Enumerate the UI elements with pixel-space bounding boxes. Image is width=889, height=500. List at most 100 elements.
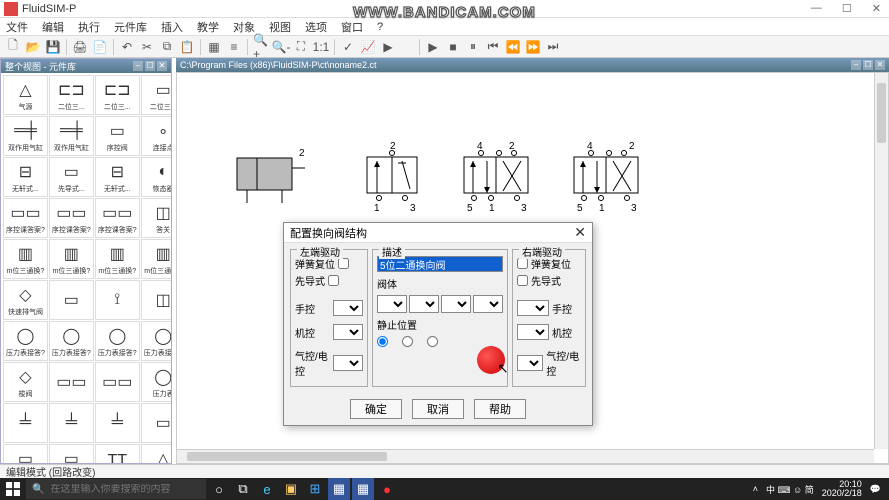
library-cell[interactable]: ◐恢态器 xyxy=(141,157,171,197)
left-mech-select[interactable] xyxy=(333,324,363,340)
pause-icon[interactable]: ⏸ xyxy=(464,38,482,56)
library-cell[interactable]: ═╪双作用气缸 xyxy=(49,116,94,156)
library-cell[interactable]: ▭ xyxy=(141,403,171,443)
canvas-close-icon[interactable]: ✕ xyxy=(875,60,885,70)
library-cell[interactable]: ◯压力表 xyxy=(141,362,171,402)
close-button[interactable]: ✕ xyxy=(868,2,885,15)
menu-window[interactable]: 窗口 xyxy=(341,19,363,35)
edge-icon[interactable]: e xyxy=(256,478,278,500)
zoom-in-icon[interactable]: 🔍+ xyxy=(252,38,270,56)
library-cell[interactable]: ▭▭序控课答案? xyxy=(3,198,48,238)
library-cell[interactable]: ◫ xyxy=(141,280,171,320)
cortana-icon[interactable]: ○ xyxy=(208,478,230,500)
cylinder-symbol[interactable]: 2 xyxy=(237,148,307,211)
undo-icon[interactable]: ↶ xyxy=(118,38,136,56)
right-manual-select[interactable] xyxy=(517,300,549,316)
library-cell[interactable]: ▭先导式... xyxy=(49,157,94,197)
canvas-min-icon[interactable]: – xyxy=(851,60,861,70)
library-cell[interactable]: ⊏⊐二位三... xyxy=(95,75,140,115)
library-cell[interactable]: ▭序控阀 xyxy=(95,116,140,156)
graph-icon[interactable]: 📈 xyxy=(359,38,377,56)
search-input[interactable] xyxy=(50,484,200,495)
zoom-100-icon[interactable]: 1:1 xyxy=(312,38,330,56)
library-cell[interactable]: ◇梭阀 xyxy=(3,362,48,402)
body-select-4[interactable] xyxy=(473,295,503,313)
library-cell[interactable]: △气源单页 xyxy=(141,444,171,463)
library-cell[interactable]: ╧ xyxy=(95,403,140,443)
check-icon[interactable]: ✓ xyxy=(339,38,357,56)
library-cell[interactable]: ▥m位三通换? xyxy=(3,239,48,279)
left-spring-checkbox[interactable] xyxy=(338,258,349,269)
library-cell[interactable]: ⊏⊐二位三... xyxy=(49,75,94,115)
right-mech-select[interactable] xyxy=(517,324,549,340)
library-cell[interactable]: ⟟ xyxy=(95,280,140,320)
taskview-icon[interactable]: ⧉ xyxy=(232,478,254,500)
align-icon[interactable]: ≡ xyxy=(225,38,243,56)
body-select-3[interactable] xyxy=(441,295,471,313)
menu-view[interactable]: 视图 xyxy=(269,19,291,35)
copy-icon[interactable]: ⧉ xyxy=(158,38,176,56)
menu-options[interactable]: 选项 xyxy=(305,19,327,35)
cut-icon[interactable]: ✂ xyxy=(138,38,156,56)
library-cell[interactable]: ◯压力表接答? xyxy=(3,321,48,361)
valve-5-2-b[interactable]: 4 2 5 1 3 xyxy=(569,141,654,216)
system-tray[interactable]: ˄ 中 ⌨ ☺ 简 20:10 2020/2/18 💬 xyxy=(747,480,887,498)
library-cell[interactable]: ▭序控信号答? xyxy=(49,444,94,463)
library-cell[interactable]: ▭▭序控课答案? xyxy=(95,198,140,238)
app1-icon[interactable]: ▦ xyxy=(328,478,350,500)
library-cell[interactable]: ◯压力表接答? xyxy=(95,321,140,361)
skip-back-icon[interactable]: ⏮ xyxy=(484,38,502,56)
print-icon[interactable]: 🖨 xyxy=(71,38,89,56)
maximize-button[interactable]: ☐ xyxy=(838,2,856,15)
library-cell[interactable]: ◫答关 xyxy=(141,198,171,238)
scrollbar-horizontal[interactable] xyxy=(177,449,874,463)
record-icon[interactable]: ● xyxy=(376,478,398,500)
rest-radio-3[interactable] xyxy=(427,336,438,347)
scrollbar-vertical[interactable] xyxy=(874,73,888,449)
zoom-out-icon[interactable]: 🔍- xyxy=(272,38,290,56)
rest-radio-2[interactable] xyxy=(402,336,413,347)
library-cell[interactable]: ▭▭序控课答案? xyxy=(49,198,94,238)
library-cell[interactable]: ∘连接点 xyxy=(141,116,171,156)
right-spring-checkbox[interactable] xyxy=(517,258,528,269)
lib-max-icon[interactable]: ☐ xyxy=(145,61,155,71)
zoom-fit-icon[interactable]: ⛶ xyxy=(292,38,310,56)
valve-5-2-a[interactable]: 4 2 5 1 3 xyxy=(459,141,544,216)
library-cell[interactable]: ═╪双作用气缸 xyxy=(3,116,48,156)
grid-icon[interactable]: ▦ xyxy=(205,38,223,56)
menu-library[interactable]: 元件库 xyxy=(114,19,147,35)
valve-3-2[interactable]: 2 1 3 xyxy=(362,141,432,216)
menu-edit[interactable]: 编辑 xyxy=(42,19,64,35)
step-back-icon[interactable]: ⏪ xyxy=(504,38,522,56)
library-cell[interactable]: ▥m位三通换? xyxy=(141,239,171,279)
right-pilot-checkbox[interactable] xyxy=(517,275,528,286)
new-icon[interactable]: 🗋 xyxy=(4,38,22,56)
ime-status[interactable]: 中 ⌨ ☺ 简 xyxy=(766,483,814,496)
menu-object[interactable]: 对象 xyxy=(233,19,255,35)
notification-icon[interactable]: 💬 xyxy=(870,484,881,495)
start-button[interactable] xyxy=(2,478,24,500)
canvas-max-icon[interactable]: ☐ xyxy=(863,60,873,70)
library-cell[interactable]: △气源 xyxy=(3,75,48,115)
library-cell[interactable]: TTTT xyxy=(95,444,140,463)
menu-run[interactable]: 执行 xyxy=(78,19,100,35)
skip-fwd-icon[interactable]: ⏭ xyxy=(544,38,562,56)
library-cell[interactable]: ⊟无轩式... xyxy=(3,157,48,197)
library-cell[interactable]: ▭二位三... xyxy=(141,75,171,115)
menu-teach[interactable]: 教学 xyxy=(197,19,219,35)
left-pilot-checkbox[interactable] xyxy=(328,275,339,286)
rest-radio-1[interactable] xyxy=(377,336,388,347)
lib-min-icon[interactable]: – xyxy=(133,61,143,71)
body-select-1[interactable] xyxy=(377,295,407,313)
run-icon[interactable]: ▶ xyxy=(379,38,397,56)
tray-up-icon[interactable]: ˄ xyxy=(753,484,758,494)
cancel-button[interactable]: 取消 xyxy=(412,399,464,419)
library-cell[interactable]: ▥m位三通换? xyxy=(49,239,94,279)
menu-help[interactable]: ? xyxy=(377,21,383,33)
library-cell[interactable]: ◯压力表接答? xyxy=(49,321,94,361)
library-cell[interactable]: ⊟无轩式... xyxy=(95,157,140,197)
ok-button[interactable]: 确定 xyxy=(350,399,402,419)
library-cell[interactable]: ▭序控信号答? xyxy=(3,444,48,463)
dialog-close-icon[interactable]: ✕ xyxy=(574,224,586,241)
library-cell[interactable]: ▭▭ xyxy=(49,362,94,402)
